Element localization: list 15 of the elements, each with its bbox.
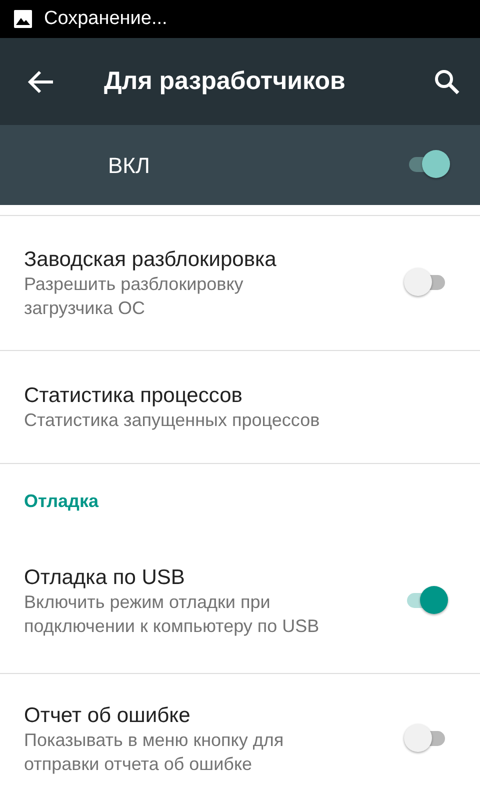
setting-description: Включить режим отладки при подключении к компьютеру по USB bbox=[24, 591, 320, 638]
setting-description: Статистика запущенных процессов bbox=[24, 408, 321, 432]
search-icon[interactable] bbox=[434, 68, 460, 94]
setting-description: Показывать в меню кнопку для отправки отчета об ошибке bbox=[24, 729, 285, 776]
setting-title: Отчет об ошибке bbox=[24, 702, 192, 729]
image-icon bbox=[14, 10, 32, 28]
switch-label: ВКЛ bbox=[108, 152, 150, 180]
setting-title: Заводская разблокировка bbox=[24, 246, 278, 273]
back-arrow-icon[interactable] bbox=[28, 70, 54, 94]
screen-title: Для разработчиков bbox=[104, 66, 346, 97]
setting-description: Разрешить разблокировку загрузчика ОС bbox=[24, 273, 244, 320]
section-header: Отладка bbox=[23, 490, 100, 513]
setting-title: Отладка по USB bbox=[24, 564, 186, 591]
setting-title: Статистика процессов bbox=[24, 382, 244, 409]
status-text: Сохранение... bbox=[44, 6, 168, 31]
